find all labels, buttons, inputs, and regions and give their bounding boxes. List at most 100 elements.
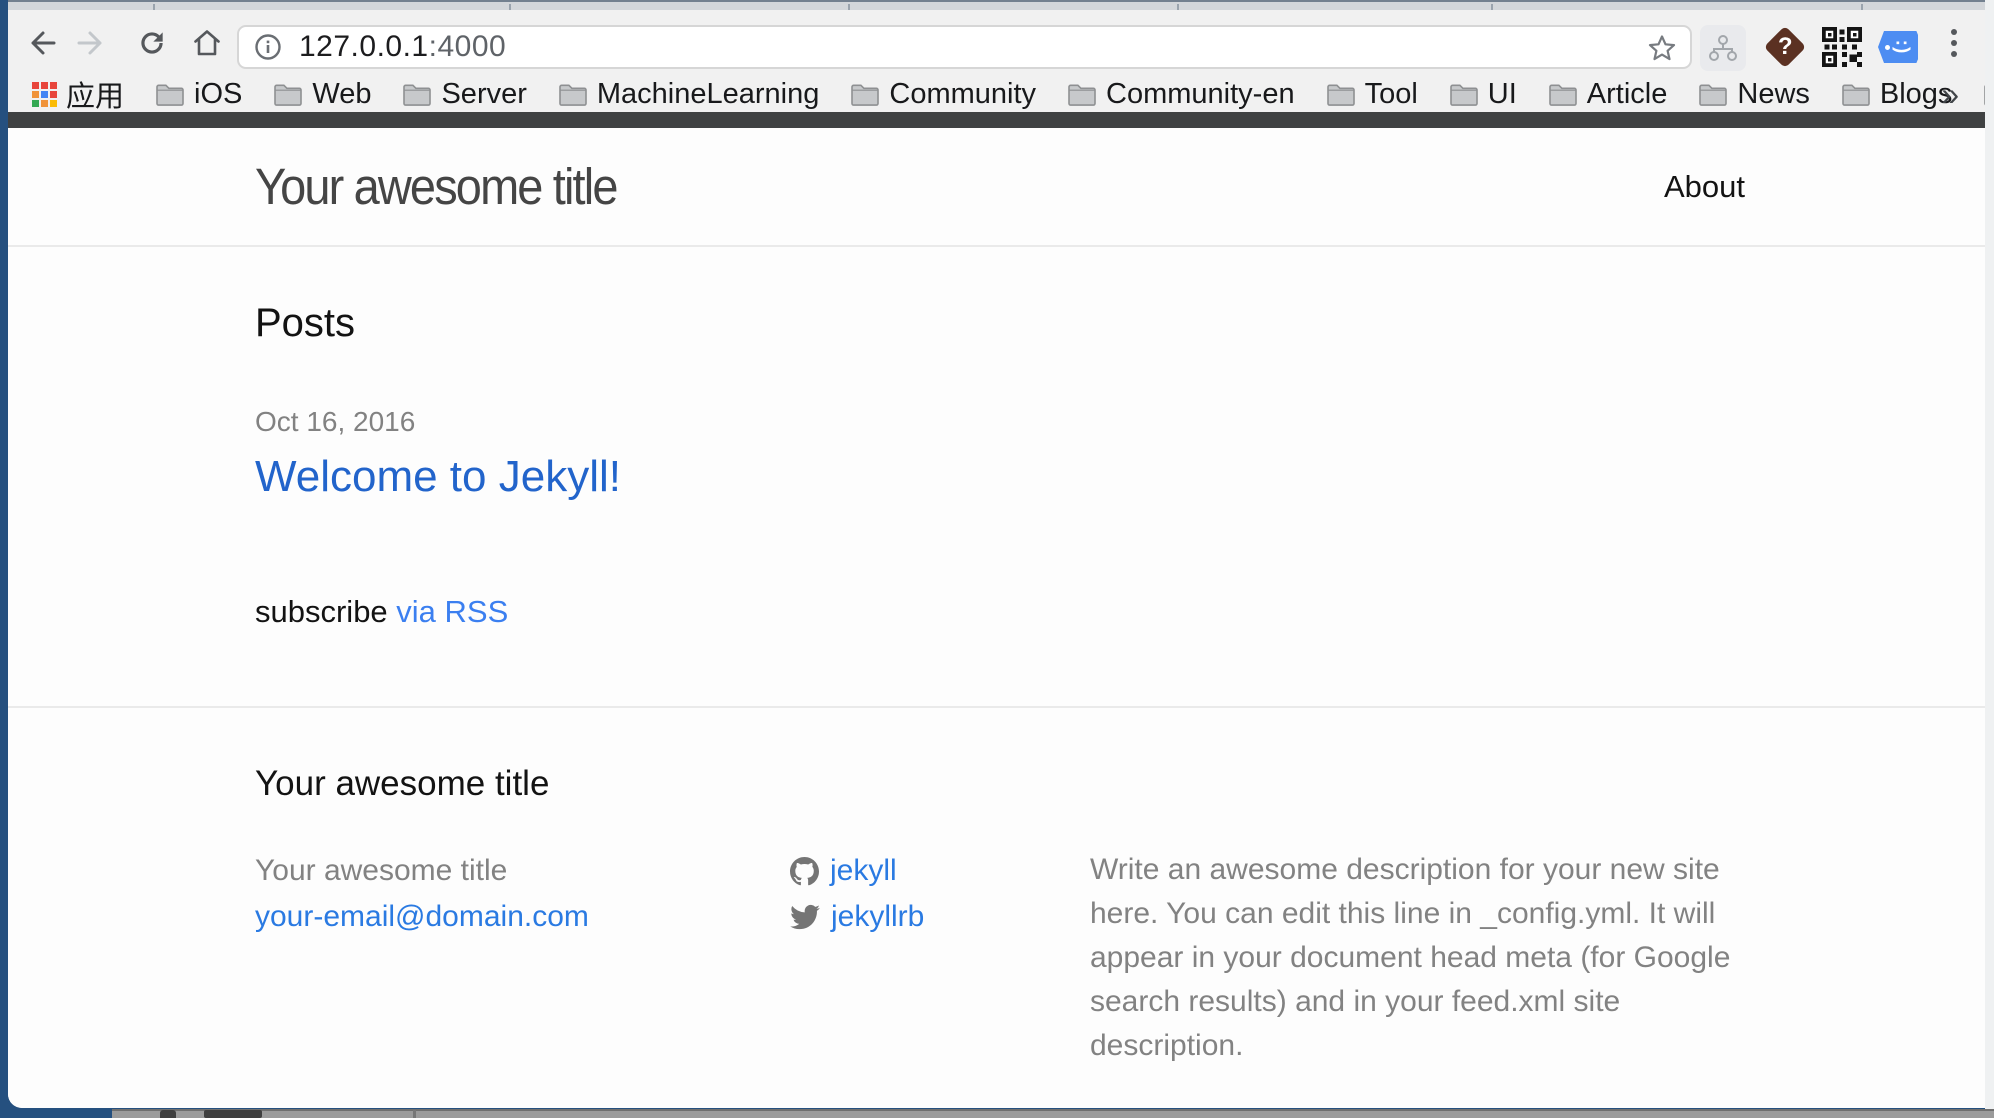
folder-icon [1449,82,1479,106]
folder-icon [1326,82,1356,106]
bookmark-folder[interactable]: Blogs [1841,78,1953,111]
url-host: 127.0.0.1 [299,30,429,63]
bookmark-folder[interactable]: MaintainBlog [1983,78,1985,111]
bookmark-folder[interactable]: MachineLearning [558,78,819,111]
reload-button[interactable] [136,27,168,59]
bookmark-folder[interactable]: Server [402,78,526,111]
folder-icon [1548,82,1578,106]
tag-face-glyph: :) [1890,40,1912,55]
bookmark-label: Community [889,78,1036,111]
home-icon [191,27,223,59]
bookmark-label: MachineLearning [597,78,819,111]
folder-icon [402,82,432,106]
back-button[interactable] [25,27,57,59]
window-dark-strip [8,112,1985,128]
site-header: Your awesome title About [8,128,1985,247]
browser-toolbar: 127.0.0.1:4000 ? [8,10,1985,76]
background-window-right-sliver [1985,0,1994,1118]
kebab-menu-icon [1951,29,1957,35]
site-title-link[interactable]: Your awesome title [255,157,617,216]
qr-code-extension-icon [1822,27,1862,67]
bookmark-item-apps[interactable]: 应用 [32,73,124,115]
bookmark-folder[interactable]: News [1698,78,1810,111]
bookmarks-bar: 应用 iOS Web Server MachineLearning Commun… [8,76,1985,112]
desktop-background: 127.0.0.1:4000 ? [0,0,1994,1118]
question-diamond-extension-icon: ? [1764,26,1806,68]
url-port: :4000 [429,30,507,63]
tag-extension-icon: :) [1878,31,1918,63]
question-mark-glyph: ? [1778,35,1793,59]
folder-icon [1067,82,1097,106]
footer-site-name: Your awesome title [255,848,790,894]
twitter-icon [790,902,820,932]
posts-heading: Posts [255,301,1745,346]
bookmark-folder[interactable]: iOS [155,78,242,111]
background-window-fragment [160,1110,176,1118]
footer-email-link[interactable]: your-email@domain.com [255,900,589,933]
folder-icon [1841,82,1871,106]
post-list-item: Oct 16, 2016 Welcome to Jekyll! [255,406,1745,502]
folder-icon [273,82,303,106]
site-footer: Your awesome title Your awesome title yo… [8,706,1985,1068]
page-info-icon[interactable] [253,32,283,62]
tag-extension-button[interactable]: :) [1876,25,1920,69]
bookmark-folder[interactable]: Article [1548,78,1668,111]
github-username-link[interactable]: jekyll [830,848,897,894]
bookmark-star-icon [1646,32,1678,64]
apps-grid-icon [32,82,57,107]
forward-button[interactable] [76,27,108,59]
folder-icon [1983,82,1985,106]
tab-strip[interactable] [8,0,1985,10]
bookmark-label: Tool [1365,78,1418,111]
question-diamond-extension-button[interactable]: ? [1763,25,1807,69]
bookmarks-overflow-chevron[interactable]: » [1941,76,1959,113]
forward-icon [76,27,108,59]
sitemap-extension-button[interactable] [1700,25,1746,71]
background-window-fragment [204,1110,262,1118]
bookmark-folder[interactable]: UI [1449,78,1517,111]
bookmark-label: Article [1587,78,1668,111]
bookmark-label: Community-en [1106,78,1295,111]
browser-menu-button[interactable] [1944,27,1964,59]
bookmark-label: News [1737,78,1810,111]
background-window-fragment [413,1110,416,1118]
post-date: Oct 16, 2016 [255,406,1745,438]
bookmark-folder[interactable]: Web [273,78,371,111]
url-text: 127.0.0.1:4000 [299,30,506,64]
folder-icon [155,82,185,106]
social-row-twitter: jekyllrb [790,894,1090,940]
bookmark-label: Server [441,78,526,111]
github-icon [790,857,819,886]
home-button[interactable] [191,27,223,59]
bookmark-label: iOS [194,78,242,111]
folder-icon [558,82,588,106]
footer-contact-column: Your awesome title your-email@domain.com [255,848,790,1068]
qr-code-extension-button[interactable] [1820,25,1864,69]
post-title-link[interactable]: Welcome to Jekyll! [255,452,621,502]
folder-icon [1698,82,1728,106]
bookmark-folder[interactable]: Tool [1326,78,1418,111]
bookmark-label: 应用 [66,73,124,115]
address-bar[interactable]: 127.0.0.1:4000 [237,25,1692,69]
twitter-username-link[interactable]: jekyllrb [831,894,924,940]
browser-window: 127.0.0.1:4000 ? [8,0,1985,1108]
bookmark-label: UI [1488,78,1517,111]
rss-link[interactable]: via RSS [396,594,508,629]
folder-icon [850,82,880,106]
nav-link-about[interactable]: About [1664,169,1745,205]
back-icon [25,27,57,59]
bookmark-label: Web [312,78,371,111]
footer-description: Write an awesome description for your ne… [1090,848,1745,1068]
sitemap-extension-icon [1705,30,1741,66]
bookmark-folder[interactable]: Community [850,78,1036,111]
page-content: Your awesome title About Posts Oct 16, 2… [8,128,1985,1108]
main-area: Posts Oct 16, 2016 Welcome to Jekyll! su… [8,247,1985,706]
footer-heading: Your awesome title [255,764,1745,804]
bookmark-star-button[interactable] [1646,32,1678,64]
subscribe-label: subscribe [255,594,396,629]
subscribe-line: subscribe via RSS [255,594,1745,706]
bookmark-folder[interactable]: Community-en [1067,78,1295,111]
reload-icon [136,27,168,59]
background-window-bottom-bar [112,1109,1994,1118]
footer-social-column: jekyll jekyllrb [790,848,1090,1068]
